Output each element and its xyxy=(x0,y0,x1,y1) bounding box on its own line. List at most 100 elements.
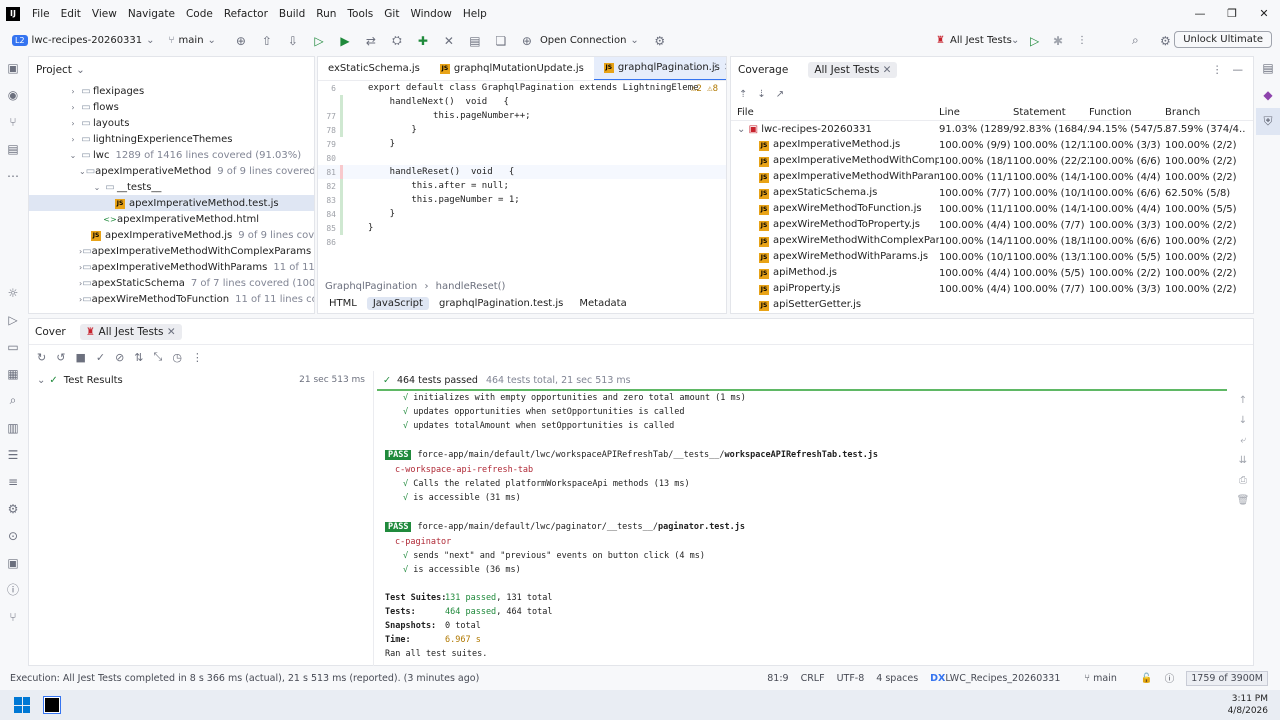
down-icon[interactable]: ↓ xyxy=(1239,415,1247,426)
windows-start-icon[interactable] xyxy=(14,697,30,713)
tree-row[interactable]: › ▭ lightningExperienceThemes xyxy=(29,131,314,147)
tree-row[interactable]: ⌄ ▭ apexImperativeMethod 9 of 9 lines cover… xyxy=(29,163,314,179)
code-line[interactable]: 6 export default class GraphqlPagination … xyxy=(318,81,726,95)
navigate-icon[interactable]: ↗ xyxy=(776,89,784,100)
tab-javascript[interactable]: JavaScript xyxy=(366,297,429,310)
code-line[interactable]: 85} xyxy=(318,221,726,235)
run-icon[interactable]: ▷ xyxy=(306,34,332,48)
column-header[interactable]: File xyxy=(731,107,939,118)
indent-setting[interactable]: 4 spaces xyxy=(876,673,918,684)
code-line[interactable]: 86 xyxy=(318,235,726,249)
ai-assistant-icon[interactable]: ◆ xyxy=(1256,81,1280,108)
gutter-marker[interactable] xyxy=(340,109,368,123)
code-line[interactable]: 77 this.pageNumber++; xyxy=(318,109,726,123)
rerun-failed-icon[interactable]: ↺ xyxy=(56,351,65,364)
layout-icon[interactable]: ▤ xyxy=(462,34,488,48)
file-encoding[interactable]: UTF-8 xyxy=(837,673,865,684)
coverage-row[interactable]: JS apexWireMethodWithParams.js 100.00% (10… xyxy=(731,249,1253,265)
chevron-down-icon[interactable]: ⌄ xyxy=(37,375,45,386)
gutter-marker[interactable] xyxy=(340,81,368,95)
tree-row[interactable]: › ▭ apexStaticSchema 7 of 7 lines covered (… xyxy=(29,275,314,291)
more-icon[interactable]: ⋮ xyxy=(192,351,203,364)
tab-cover[interactable]: Cover xyxy=(35,326,66,338)
menu-item-view[interactable]: View xyxy=(92,8,117,20)
tree-row[interactable]: › ▭ flows xyxy=(29,99,314,115)
column-header[interactable]: Line xyxy=(939,107,1013,118)
search-icon[interactable]: ⌕ xyxy=(1132,33,1139,48)
unlock-ultimate-button[interactable]: Unlock Ultimate xyxy=(1174,31,1272,48)
line-separator[interactable]: CRLF xyxy=(801,673,825,684)
deploy-icon[interactable]: ⇄ xyxy=(358,34,384,48)
globe-icon[interactable]: ⊕ xyxy=(228,34,254,48)
project-switcher[interactable]: lwc-recipes-20260331 xyxy=(32,35,143,46)
breadcrumb-class[interactable]: GraphqlPagination xyxy=(325,281,417,292)
project-tool-icon[interactable]: ▣ xyxy=(0,54,26,81)
services-icon[interactable]: ☼ xyxy=(0,279,26,306)
close-icon[interactable]: ✕ xyxy=(1248,0,1280,27)
layers-icon[interactable]: ≡ xyxy=(0,468,26,495)
run-config-selector[interactable]: All Jest Tests xyxy=(950,35,1012,46)
coverage-row[interactable]: ⌄ ▣ lwc-recipes-2026033191.03% (1289/1..… xyxy=(731,121,1253,137)
upload-icon[interactable]: ⇧ xyxy=(254,34,280,48)
terminal-tool-icon[interactable]: ▣ xyxy=(0,549,26,576)
stop-icon[interactable]: ■ xyxy=(75,351,85,364)
chevron-icon[interactable]: › xyxy=(67,103,79,112)
coverage-row[interactable]: JS apiProperty.js 100.00% (4/4) 100.00% (7/… xyxy=(731,281,1253,297)
find-icon[interactable]: ⌕ xyxy=(0,387,26,414)
info-icon[interactable]: ⓘ xyxy=(1165,671,1175,685)
tab-all-jest-tests[interactable]: All Jest Tests ✕ xyxy=(808,62,898,78)
gutter-marker[interactable] xyxy=(340,235,368,249)
close-icon[interactable]: ✕ xyxy=(883,64,892,76)
wrap-icon[interactable]: ⤶ xyxy=(1240,435,1246,446)
coverage-row[interactable]: JS apiMethod.js 100.00% (4/4) 100.00% (5/5)… xyxy=(731,265,1253,281)
todo-icon[interactable]: ☰ xyxy=(0,441,26,468)
chevron-down-icon[interactable]: ⌄ xyxy=(76,64,85,76)
menu-item-window[interactable]: Window xyxy=(410,8,451,20)
info-icon[interactable]: ⓘ xyxy=(0,576,26,603)
menu-item-run[interactable]: Run xyxy=(316,8,336,20)
commit-icon[interactable]: ⑂ xyxy=(0,108,26,135)
debug-icon[interactable]: ✱ xyxy=(1053,34,1063,48)
collapse-icon[interactable]: ⇣ xyxy=(757,89,765,100)
gutter-marker[interactable] xyxy=(340,193,368,207)
branch-switcher[interactable]: main xyxy=(179,35,204,46)
test-file[interactable]: workspaceAPIRefreshTab.test.js xyxy=(725,450,879,460)
gear-icon[interactable]: ⚙ xyxy=(1160,34,1171,48)
test-file[interactable]: paginator.test.js xyxy=(658,522,745,532)
tree-row[interactable]: › ▭ apexImperativeMethodWithParams 11 of 11… xyxy=(29,259,314,275)
app-logo-icon[interactable]: IJ xyxy=(6,6,20,21)
minimize-icon[interactable]: — xyxy=(1184,0,1216,27)
lock-icon[interactable]: 🔓 xyxy=(1141,673,1153,684)
salesforce-org[interactable]: DXLWC_Recipes_20260331 xyxy=(930,673,1072,684)
chevron-icon[interactable]: › xyxy=(67,119,79,128)
gutter-marker[interactable] xyxy=(340,123,368,137)
tree-row[interactable]: <> apexImperativeMethod.html xyxy=(29,211,314,227)
tree-row[interactable]: JS apexImperativeMethod.test.js xyxy=(29,195,314,211)
chevron-down-icon[interactable]: ⌄ xyxy=(630,35,638,46)
code-line[interactable]: 83 this.pageNumber = 1; xyxy=(318,193,726,207)
tree-row[interactable]: JS apexImperativeMethod.js 9 of 9 lines co… xyxy=(29,227,314,243)
coverage-row[interactable]: JS apexStaticSchema.js 100.00% (7/7) 100.00… xyxy=(731,185,1253,201)
gutter-marker[interactable] xyxy=(340,151,368,165)
column-header[interactable]: Function xyxy=(1089,107,1165,118)
tab-all-jest-tests[interactable]: ♜ All Jest Tests ✕ xyxy=(79,323,182,340)
close-icon[interactable]: ✕ xyxy=(167,326,176,338)
up-icon[interactable]: ↑ xyxy=(1239,395,1247,406)
coverage-icon[interactable]: ▦ xyxy=(0,360,26,387)
menu-item-git[interactable]: Git xyxy=(384,8,399,20)
gutter-marker[interactable] xyxy=(340,137,368,151)
coverage-row[interactable]: JS apexWireMethodToProperty.js 100.00% (4/… xyxy=(731,217,1253,233)
system-clock[interactable]: 3:11 PM 4/8/2026 xyxy=(1228,693,1268,717)
code-area[interactable]: 6 export default class GraphqlPagination … xyxy=(318,81,726,249)
git-branch-widget[interactable]: ⑂ main xyxy=(1084,673,1128,684)
git-icon[interactable]: ⑂ xyxy=(0,603,26,630)
chevron-down-icon[interactable]: ⌄ xyxy=(208,35,216,46)
more-icon[interactable]: ⋮ xyxy=(710,62,720,73)
intellij-taskbar-icon[interactable] xyxy=(43,696,61,714)
tab-graphqlpagination-test-js[interactable]: graphqlPagination.test.js xyxy=(433,297,569,310)
chevron-icon[interactable]: › xyxy=(67,87,79,96)
console-output[interactable]: √ initializes with empty opportunities a… xyxy=(377,391,1227,661)
run-icon[interactable]: ▷ xyxy=(1030,34,1039,48)
tree-row[interactable]: › ▭ apexWireMethodToFunction 11 of 11 lines… xyxy=(29,291,314,307)
code-line[interactable]: 84 } xyxy=(318,207,726,221)
